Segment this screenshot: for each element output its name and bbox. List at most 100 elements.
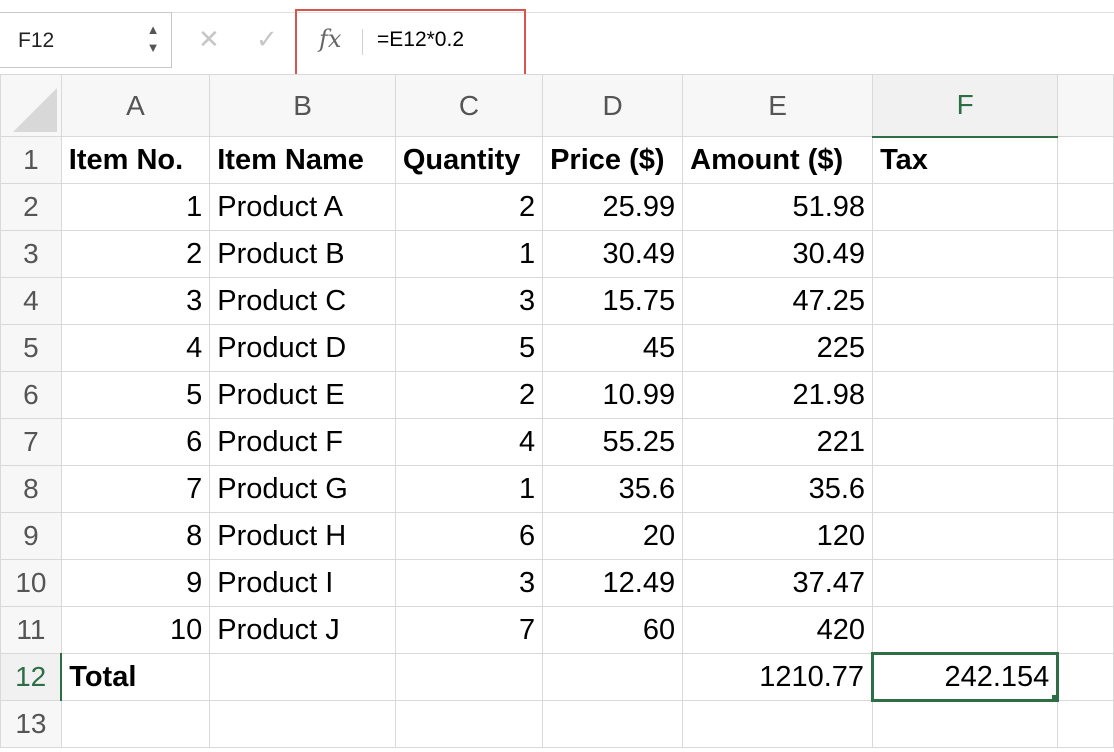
cell-f2[interactable] bbox=[872, 183, 1059, 231]
cell-a11[interactable]: 10 bbox=[60, 606, 211, 654]
row-header[interactable]: 2 bbox=[0, 183, 62, 231]
cell-f10[interactable] bbox=[872, 559, 1059, 607]
cell-e9[interactable]: 120 bbox=[682, 512, 874, 560]
cell-overflow[interactable] bbox=[1057, 371, 1114, 419]
column-header-c[interactable]: C bbox=[394, 74, 544, 137]
cell-c11[interactable]: 7 bbox=[394, 606, 544, 654]
name-box-value[interactable]: F12 bbox=[18, 29, 54, 53]
row-header[interactable]: 5 bbox=[0, 324, 62, 372]
cell-d7[interactable]: 55.25 bbox=[542, 418, 684, 466]
row-header[interactable]: 4 bbox=[0, 277, 62, 325]
cell-e11[interactable]: 420 bbox=[682, 606, 874, 654]
cell-overflow[interactable] bbox=[1057, 465, 1114, 513]
cell-b12[interactable] bbox=[209, 653, 396, 701]
cell-overflow[interactable] bbox=[1057, 183, 1114, 231]
cell-d10[interactable]: 12.49 bbox=[542, 559, 684, 607]
column-header-a[interactable]: A bbox=[60, 74, 211, 137]
cell-c12[interactable] bbox=[394, 653, 544, 701]
cell-overflow[interactable] bbox=[1057, 136, 1114, 184]
cell-c6[interactable]: 2 bbox=[394, 371, 544, 419]
cell-b7[interactable]: Product F bbox=[209, 418, 396, 466]
cell-d9[interactable]: 20 bbox=[542, 512, 684, 560]
cell-c3[interactable]: 1 bbox=[394, 230, 544, 278]
row-header[interactable]: 1 bbox=[0, 136, 62, 184]
cell-f9[interactable] bbox=[872, 512, 1059, 560]
name-box[interactable]: F12 ▲ ▼ bbox=[0, 12, 172, 68]
cell-d4[interactable]: 15.75 bbox=[542, 277, 684, 325]
cell-e6[interactable]: 21.98 bbox=[682, 371, 874, 419]
cell-f12[interactable]: 242.154 bbox=[871, 652, 1060, 702]
stepper-up-icon[interactable]: ▲ bbox=[146, 21, 160, 39]
cell-c7[interactable]: 4 bbox=[394, 418, 544, 466]
cell-c9[interactable]: 6 bbox=[394, 512, 544, 560]
cell-a7[interactable]: 6 bbox=[60, 418, 211, 466]
cell-a8[interactable]: 7 bbox=[60, 465, 211, 513]
cell-b6[interactable]: Product E bbox=[209, 371, 396, 419]
cell-e4[interactable]: 47.25 bbox=[682, 277, 874, 325]
cell-a6[interactable]: 5 bbox=[60, 371, 211, 419]
column-header-e[interactable]: E bbox=[682, 74, 874, 137]
row-header[interactable]: 7 bbox=[0, 418, 62, 466]
row-header[interactable]: 9 bbox=[0, 512, 62, 560]
cell-overflow[interactable] bbox=[1057, 700, 1114, 748]
cell-overflow[interactable] bbox=[1057, 606, 1114, 654]
cell-d11[interactable]: 60 bbox=[542, 606, 684, 654]
cell-a13[interactable] bbox=[60, 700, 211, 748]
cell-c5[interactable]: 5 bbox=[394, 324, 544, 372]
cell-a3[interactable]: 2 bbox=[60, 230, 211, 278]
cell-a12[interactable]: Total bbox=[60, 653, 211, 701]
cell-e5[interactable]: 225 bbox=[682, 324, 874, 372]
cell-overflow[interactable] bbox=[1057, 230, 1114, 278]
cell-overflow[interactable] bbox=[1057, 653, 1114, 701]
cell-overflow[interactable] bbox=[1057, 559, 1114, 607]
row-header[interactable]: 6 bbox=[0, 371, 62, 419]
cell-overflow[interactable] bbox=[1057, 512, 1114, 560]
cell-f1[interactable]: Tax bbox=[872, 136, 1059, 184]
cell-b1[interactable]: Item Name bbox=[209, 136, 396, 184]
cell-d8[interactable]: 35.6 bbox=[542, 465, 684, 513]
cell-d12[interactable] bbox=[542, 653, 684, 701]
column-header-d[interactable]: D bbox=[542, 74, 684, 137]
cell-e10[interactable]: 37.47 bbox=[682, 559, 874, 607]
cell-f8[interactable] bbox=[872, 465, 1059, 513]
cell-f4[interactable] bbox=[872, 277, 1059, 325]
stepper-down-icon[interactable]: ▼ bbox=[146, 39, 160, 57]
cell-b11[interactable]: Product J bbox=[209, 606, 396, 654]
cell-f6[interactable] bbox=[872, 371, 1059, 419]
cell-overflow[interactable] bbox=[1057, 324, 1114, 372]
cell-b13[interactable] bbox=[209, 700, 396, 748]
cell-c1[interactable]: Quantity bbox=[394, 136, 544, 184]
cell-d6[interactable]: 10.99 bbox=[542, 371, 684, 419]
cell-overflow[interactable] bbox=[1057, 277, 1114, 325]
cell-d3[interactable]: 30.49 bbox=[542, 230, 684, 278]
column-header-b[interactable]: B bbox=[209, 74, 396, 137]
cell-c8[interactable]: 1 bbox=[394, 465, 544, 513]
cell-overflow[interactable] bbox=[1057, 418, 1114, 466]
cell-b3[interactable]: Product B bbox=[209, 230, 396, 278]
cell-e2[interactable]: 51.98 bbox=[682, 183, 874, 231]
fill-handle[interactable] bbox=[1051, 694, 1055, 698]
column-header-f[interactable]: F bbox=[872, 74, 1059, 138]
insert-function-icon[interactable]: fx bbox=[319, 25, 341, 53]
cell-e7[interactable]: 221 bbox=[682, 418, 874, 466]
cell-f11[interactable] bbox=[872, 606, 1059, 654]
cell-e1[interactable]: Amount ($) bbox=[682, 136, 874, 184]
cell-b5[interactable]: Product D bbox=[209, 324, 396, 372]
cell-b9[interactable]: Product H bbox=[209, 512, 396, 560]
cell-d1[interactable]: Price ($) bbox=[542, 136, 684, 184]
cell-f7[interactable] bbox=[872, 418, 1059, 466]
select-all-corner[interactable] bbox=[0, 74, 62, 137]
formula-input[interactable]: =E12*0.2 bbox=[377, 28, 464, 52]
row-header[interactable]: 8 bbox=[0, 465, 62, 513]
cell-a4[interactable]: 3 bbox=[60, 277, 211, 325]
cell-b10[interactable]: Product I bbox=[209, 559, 396, 607]
cell-f3[interactable] bbox=[872, 230, 1059, 278]
row-header[interactable]: 10 bbox=[0, 559, 62, 607]
cell-a5[interactable]: 4 bbox=[60, 324, 211, 372]
row-header[interactable]: 12 bbox=[0, 653, 63, 701]
cell-e8[interactable]: 35.6 bbox=[682, 465, 874, 513]
cell-b2[interactable]: Product A bbox=[209, 183, 396, 231]
cell-c10[interactable]: 3 bbox=[394, 559, 544, 607]
cancel-icon[interactable]: ✕ bbox=[198, 24, 220, 55]
row-header[interactable]: 11 bbox=[0, 606, 62, 654]
